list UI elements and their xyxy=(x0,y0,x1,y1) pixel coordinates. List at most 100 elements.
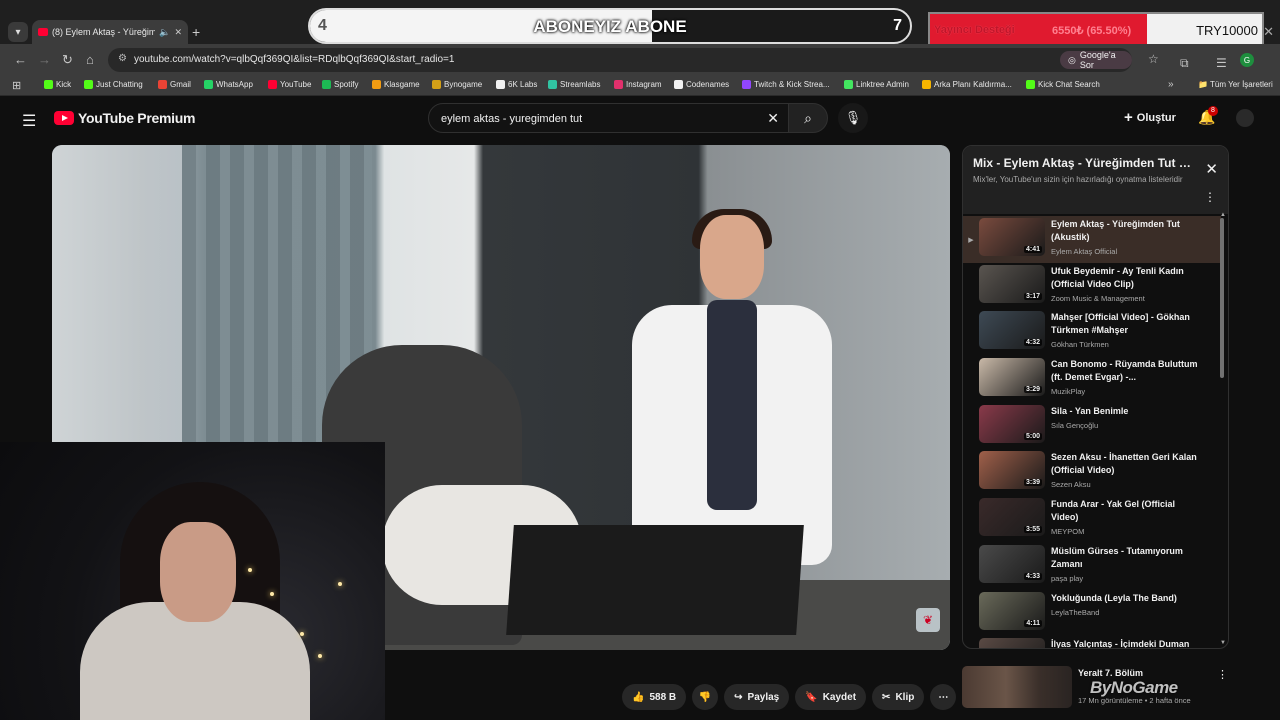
profile-avatar[interactable]: G xyxy=(1240,53,1254,67)
mix-list-item[interactable]: 3:17 Ufuk Beydemir - Ay Tenli Kadın (Offi… xyxy=(963,263,1221,310)
mix-thumbnail[interactable]: 3:17 xyxy=(979,264,1045,303)
address-bar[interactable]: ⚙ youtube.com/watch?v=qlbQqf369QI&list=R… xyxy=(108,48,1159,72)
bookmark-item[interactable]: Gmail xyxy=(158,80,191,89)
url-text[interactable]: youtube.com/watch?v=qlbQqf369QI&list=RDq… xyxy=(134,54,454,65)
bookmark-item[interactable]: Kick Chat Search xyxy=(1026,80,1100,89)
bookmark-item[interactable]: WhatsApp xyxy=(204,80,253,89)
bookmark-item[interactable]: 6K Labs xyxy=(496,80,537,89)
search-value[interactable]: eylem aktas - yuregimden tut xyxy=(441,113,582,125)
mix-list-item[interactable]: 3:39 Sezen Aksu - İhanetten Geri Kalan (O… xyxy=(963,449,1221,496)
menu-icon[interactable]: ☰ xyxy=(22,111,36,131)
bookmark-favicon-icon xyxy=(204,80,213,89)
bookmark-item[interactable]: Spotify xyxy=(322,80,358,89)
new-tab-button[interactable]: + xyxy=(192,24,200,40)
clip-button[interactable]: ✂ Klip xyxy=(872,684,925,710)
bookmark-item[interactable]: Klasgame xyxy=(372,80,420,89)
mix-video-title[interactable]: Funda Arar - Yak Gel (Official Video) xyxy=(1051,498,1201,524)
recommended-title[interactable]: Yeralt 7. Bölüm xyxy=(1078,668,1143,678)
reading-list-icon[interactable]: ☰ xyxy=(1216,56,1227,70)
browser-tab[interactable]: (8) Eylem Aktaş - Yüreğimden Tut 🔈 ✕ xyxy=(32,20,188,44)
mix-video-title[interactable]: Mahşer [Official Video] - Gökhan Türkmen… xyxy=(1051,311,1201,337)
mix-video-title[interactable]: Can Bonomo - Rüyamda Buluttum (ft. Demet… xyxy=(1051,358,1201,384)
share-button[interactable]: ↪ Paylaş xyxy=(724,684,790,710)
close-icon[interactable]: ✕ xyxy=(1205,160,1218,178)
reload-icon[interactable]: ↻ xyxy=(62,52,73,68)
home-icon[interactable]: ⌂ xyxy=(86,52,94,67)
mix-list-item[interactable]: İlyas Yalçıntaş - İçimdeki Duman xyxy=(963,636,1221,648)
mix-list-item[interactable]: 3:55 Funda Arar - Yak Gel (Official Video… xyxy=(963,496,1221,543)
mix-thumbnail[interactable]: 4:41 xyxy=(979,218,1045,256)
bookmark-item[interactable]: Linktree Admin xyxy=(844,80,909,89)
search-input[interactable]: eylem aktas - yuregimden tut ✕ xyxy=(428,103,790,133)
voice-search-button[interactable]: 🎙 xyxy=(838,103,868,133)
bookmark-favicon-icon xyxy=(1026,80,1035,89)
like-button[interactable]: 👍 588 B xyxy=(622,684,687,710)
bookmark-item[interactable]: Bynogame xyxy=(432,80,482,89)
dislike-button[interactable]: 👎 xyxy=(692,684,719,710)
bookmark-item[interactable]: Instagram xyxy=(614,80,662,89)
bookmark-item[interactable]: Streamlabs xyxy=(548,80,600,89)
mix-video-title[interactable]: Müslüm Gürses - Tutamıyorum Zamanı xyxy=(1051,545,1201,571)
mix-thumbnail[interactable]: 4:33 xyxy=(979,544,1045,583)
bookmark-favicon-icon xyxy=(158,80,167,89)
recommended-thumbnail[interactable] xyxy=(962,666,1072,708)
mix-index xyxy=(963,405,979,423)
bookmark-item[interactable]: Twitch & Kick Strea... xyxy=(742,80,830,89)
recommended-more-icon[interactable]: ⋮ xyxy=(1217,668,1228,681)
forward-icon[interactable]: → xyxy=(38,52,51,67)
clear-search-icon[interactable]: ✕ xyxy=(767,110,779,127)
more-actions-button[interactable]: ⋯ xyxy=(930,684,957,710)
bookmark-item[interactable]: Just Chatting xyxy=(84,80,143,89)
apps-grid-icon[interactable]: ⊞ xyxy=(12,79,21,92)
search-button[interactable]: ⌕ xyxy=(788,103,828,133)
mix-title[interactable]: Mix - Eylem Aktaş - Yüreğimden Tut (Akus… xyxy=(973,156,1193,170)
window-close-icon[interactable]: ✕ xyxy=(1263,24,1274,40)
create-button[interactable]: + Oluştur xyxy=(1124,109,1176,126)
site-info-icon[interactable]: ⚙ xyxy=(118,53,127,64)
mix-list-item[interactable]: 4:32 Mahşer [Official Video] - Gökhan Tür… xyxy=(963,309,1221,356)
ask-google-button[interactable]: ◎ Google'a Sor xyxy=(1060,50,1132,70)
all-bookmarks-folder[interactable]: 📁 Tüm Yer İşaretleri xyxy=(1198,80,1273,89)
bookmark-item[interactable]: Kick xyxy=(44,80,71,89)
audio-icon[interactable]: 🔈 xyxy=(159,27,170,38)
extensions-icon[interactable]: ⧉ xyxy=(1180,56,1189,71)
mix-item-meta: Müslüm Gürses - Tutamıyorum Zamanı paşa p… xyxy=(1051,545,1201,583)
tab-search-menu[interactable]: ▾ xyxy=(8,22,28,42)
bookmark-label: Kick Chat Search xyxy=(1038,80,1100,89)
mix-list-item[interactable]: 4:33 Müslüm Gürses - Tutamıyorum Zamanı pa… xyxy=(963,543,1221,590)
mix-list-item[interactable]: 4:11 Yokluğunda (Leyla The Band) LeylaTheB… xyxy=(963,590,1221,637)
mix-thumbnail[interactable]: 3:29 xyxy=(979,358,1045,397)
account-avatar[interactable] xyxy=(1236,109,1254,127)
mix-more-icon[interactable]: ⋮ xyxy=(1204,190,1216,204)
scroll-down-icon[interactable]: ▼ xyxy=(1220,640,1226,646)
mix-scrollbar[interactable] xyxy=(1220,218,1224,378)
save-button[interactable]: 🔖 Kaydet xyxy=(795,684,867,710)
search-icon: ⌕ xyxy=(804,109,812,126)
bookmark-item[interactable]: YouTube xyxy=(268,80,311,89)
mix-thumbnail[interactable]: 3:39 xyxy=(979,451,1045,490)
mix-video-title[interactable]: Sila - Yan Benimle xyxy=(1051,405,1201,418)
video-duration: 4:33 xyxy=(1023,572,1042,580)
back-icon[interactable]: ← xyxy=(14,52,27,67)
mix-video-title[interactable]: Sezen Aksu - İhanetten Geri Kalan (Offic… xyxy=(1051,451,1201,477)
mix-thumbnail[interactable]: 5:00 xyxy=(979,404,1045,443)
bookmark-star-icon[interactable]: ☆ xyxy=(1148,52,1159,66)
mix-thumbnail[interactable]: 4:11 xyxy=(979,591,1045,630)
mix-thumbnail[interactable] xyxy=(979,638,1045,648)
channel-watermark-icon[interactable]: ❦ xyxy=(916,608,940,632)
mix-list-item[interactable]: 3:29 Can Bonomo - Rüyamda Buluttum (ft. D… xyxy=(963,356,1221,403)
mix-video-title[interactable]: Ufuk Beydemir - Ay Tenli Kadın (Official… xyxy=(1051,265,1201,291)
bookmark-item[interactable]: Codenames xyxy=(674,80,729,89)
mix-thumbnail[interactable]: 4:32 xyxy=(979,311,1045,350)
mix-video-title[interactable]: Yokluğunda (Leyla The Band) xyxy=(1051,592,1201,605)
youtube-logo[interactable]: YouTube Premium xyxy=(54,110,195,126)
tab-close-icon[interactable]: ✕ xyxy=(174,27,182,38)
mix-list-item[interactable]: ▶ 4:41 Eylem Aktaş - Yüreğimden Tut (Akust… xyxy=(963,216,1221,263)
mix-video-title[interactable]: Eylem Aktaş - Yüreğimden Tut (Akustik) xyxy=(1051,218,1201,244)
bookmarks-overflow-icon[interactable]: » xyxy=(1168,79,1174,90)
mix-list-item[interactable]: 5:00 Sila - Yan Benimle Sıla Gençoğlu xyxy=(963,403,1221,450)
bookmark-item[interactable]: Arka Planı Kaldırma... xyxy=(922,80,1012,89)
mix-video-title[interactable]: İlyas Yalçıntaş - İçimdeki Duman xyxy=(1051,638,1201,648)
like-count: 588 B xyxy=(649,691,677,703)
mix-thumbnail[interactable]: 3:55 xyxy=(979,498,1045,537)
